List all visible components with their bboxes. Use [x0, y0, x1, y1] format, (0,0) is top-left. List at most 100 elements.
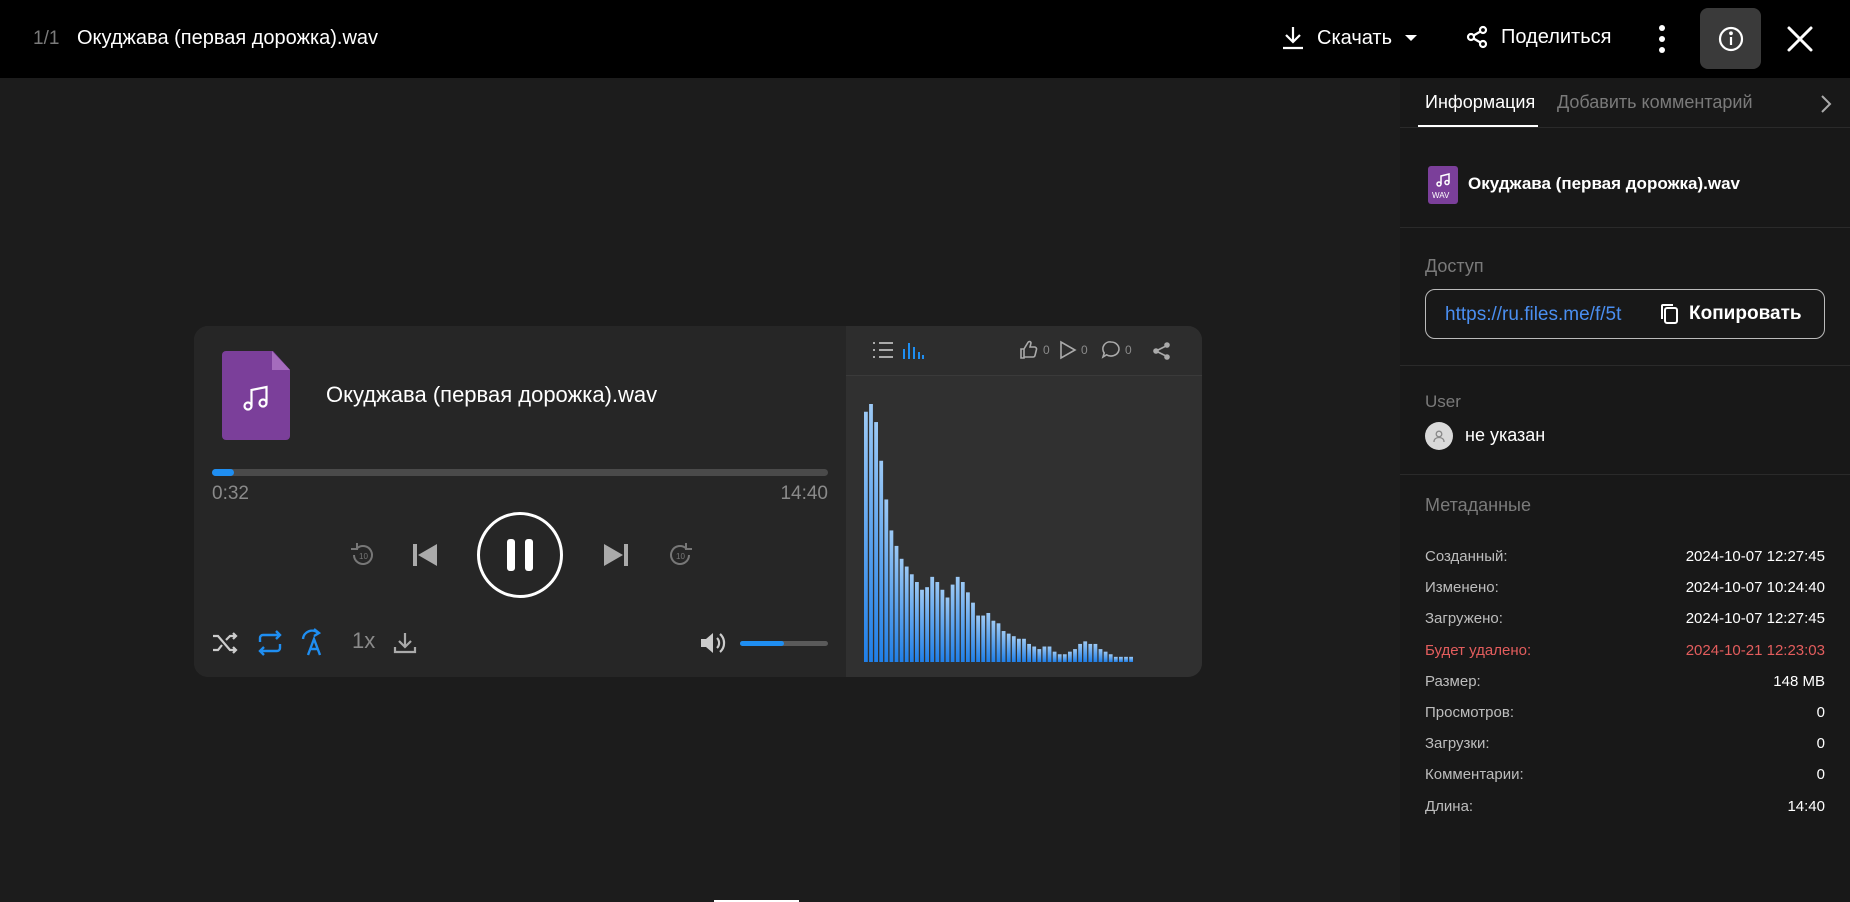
chevron-down-icon — [1405, 35, 1417, 41]
spectrum-bar — [1129, 656, 1133, 662]
volume-slider[interactable] — [740, 641, 828, 646]
tab-info[interactable]: Информация — [1425, 92, 1535, 113]
spectrum-bar — [1001, 631, 1006, 662]
visualizer-view-icon[interactable] — [902, 340, 924, 360]
share-label: Поделиться — [1501, 25, 1612, 48]
spectrum-bar — [1078, 643, 1082, 662]
audio-file-icon — [222, 351, 290, 440]
next-button[interactable] — [601, 540, 631, 570]
metadata-row: Загружено: 2024-10-07 12:27:45 — [1425, 610, 1825, 630]
metadata-value: 2024-10-07 12:27:45 — [1685, 610, 1825, 628]
spectrum-bar — [1083, 641, 1088, 662]
more-options-button[interactable] — [1650, 22, 1674, 56]
divider — [1400, 227, 1850, 228]
spectrum-bar — [966, 592, 970, 662]
repeat-button[interactable] — [255, 628, 285, 658]
total-time: 14:40 — [780, 483, 828, 504]
share-link-url[interactable]: https://ru.files.me/f/5t — [1445, 304, 1639, 326]
spectrum-bar — [894, 545, 899, 662]
pause-button[interactable] — [477, 512, 563, 598]
spectrum-bar — [889, 530, 894, 662]
spectrum-bar — [1057, 654, 1062, 662]
spectrum-bar — [935, 582, 940, 662]
spectrum-bar — [874, 422, 878, 662]
volume-icon — [701, 633, 726, 653]
spectrum-bar — [1062, 654, 1067, 662]
spectrum-bar — [1068, 651, 1072, 662]
info-button[interactable] — [1700, 8, 1761, 69]
spectrum-bar — [960, 582, 965, 662]
copy-icon — [1661, 304, 1678, 324]
file-type-icon: WAV — [1428, 166, 1458, 204]
active-tab-indicator — [1418, 125, 1538, 127]
volume-fill — [740, 641, 784, 646]
list-view-icon[interactable] — [872, 341, 894, 359]
replay-10-button[interactable]: 10 — [348, 540, 378, 570]
download-track-button[interactable] — [390, 628, 420, 658]
download-label: Скачать — [1317, 26, 1392, 49]
metadata-value: 2024-10-07 12:27:45 — [1685, 548, 1825, 565]
pause-icon — [507, 539, 515, 571]
player-panel: Окуджава (первая дорожка).wav 0:32 14:40… — [194, 326, 846, 677]
progress-bar[interactable] — [212, 469, 828, 476]
spectrum-bar — [920, 589, 924, 662]
metadata-key: Загрузки: — [1425, 735, 1490, 753]
tab-add-comment[interactable]: Добавить комментарий — [1557, 92, 1753, 113]
metadata-key: Комментарии: — [1425, 766, 1524, 784]
spectrum-bar — [930, 576, 935, 662]
metadata-value: 2024-10-21 12:23:03 — [1685, 641, 1825, 659]
previous-icon — [413, 544, 437, 566]
forward-10-icon: 10 — [670, 543, 692, 565]
spectrum-bar — [1006, 633, 1011, 662]
panel-tabs: Информация Добавить комментарий — [1400, 78, 1850, 128]
progress-fill — [212, 469, 235, 476]
forward-10-button[interactable]: 10 — [665, 540, 695, 570]
shuffle-button[interactable] — [210, 628, 240, 658]
close-icon — [1787, 26, 1813, 52]
previous-button[interactable] — [410, 540, 440, 570]
auto-translate-button[interactable] — [299, 626, 329, 658]
audio-visualizer — [846, 376, 1202, 677]
spectrum-bar — [1113, 656, 1118, 662]
spectrum-bar — [996, 623, 1001, 662]
visualizer-toolbar: 0 0 0 — [846, 326, 1202, 376]
spectrum-bar — [991, 620, 996, 662]
info-panel: Информация Добавить комментарий WAV Окуд… — [1400, 78, 1850, 902]
likes-count: 0 — [1043, 343, 1050, 357]
volume-button[interactable] — [699, 630, 727, 656]
spectrum-bar — [945, 597, 950, 662]
copy-link-button[interactable]: Копировать — [1659, 303, 1802, 325]
spectrum-bar — [1027, 643, 1031, 662]
metadata-value: 0 — [1816, 766, 1825, 784]
spectrum-bar — [1017, 638, 1021, 662]
plays-count: 0 — [1081, 343, 1088, 357]
metadata-row: Длина: 14:40 — [1425, 798, 1825, 818]
playback-speed[interactable]: 1x — [352, 628, 375, 654]
spectrum-bar — [1032, 646, 1037, 662]
spectrum-bar — [971, 602, 975, 662]
download-button[interactable]: Скачать — [1281, 25, 1418, 51]
likes-counter[interactable]: 0 — [1019, 340, 1050, 360]
auto-translate-icon — [301, 628, 322, 656]
comments-counter[interactable]: 0 — [1101, 340, 1132, 360]
share-link-field[interactable]: https://ru.files.me/f/5t Копировать — [1425, 289, 1825, 339]
dot-icon — [1659, 47, 1665, 53]
play-icon — [1060, 340, 1077, 360]
file-ext-label: WAV — [1432, 191, 1450, 200]
spectrum-bar — [899, 558, 904, 662]
next-icon — [604, 544, 628, 566]
share-icon[interactable] — [1152, 341, 1172, 361]
avatar — [1425, 422, 1453, 450]
spectrum-bar — [925, 587, 929, 662]
metadata-key: Размер: — [1425, 672, 1481, 690]
close-button[interactable] — [1783, 22, 1817, 56]
replay-10-icon: 10 — [351, 543, 373, 565]
comments-count: 0 — [1125, 343, 1132, 357]
metadata-key: Загружено: — [1425, 610, 1503, 628]
share-button[interactable]: Поделиться — [1465, 25, 1611, 49]
chevron-right-icon[interactable] — [1820, 94, 1832, 114]
spectrum-bar — [1093, 643, 1098, 662]
metadata-key: Изменено: — [1425, 579, 1499, 597]
metadata-key: Созданный: — [1425, 548, 1508, 565]
audio-player-card: Окуджава (первая дорожка).wav 0:32 14:40… — [194, 326, 1202, 677]
